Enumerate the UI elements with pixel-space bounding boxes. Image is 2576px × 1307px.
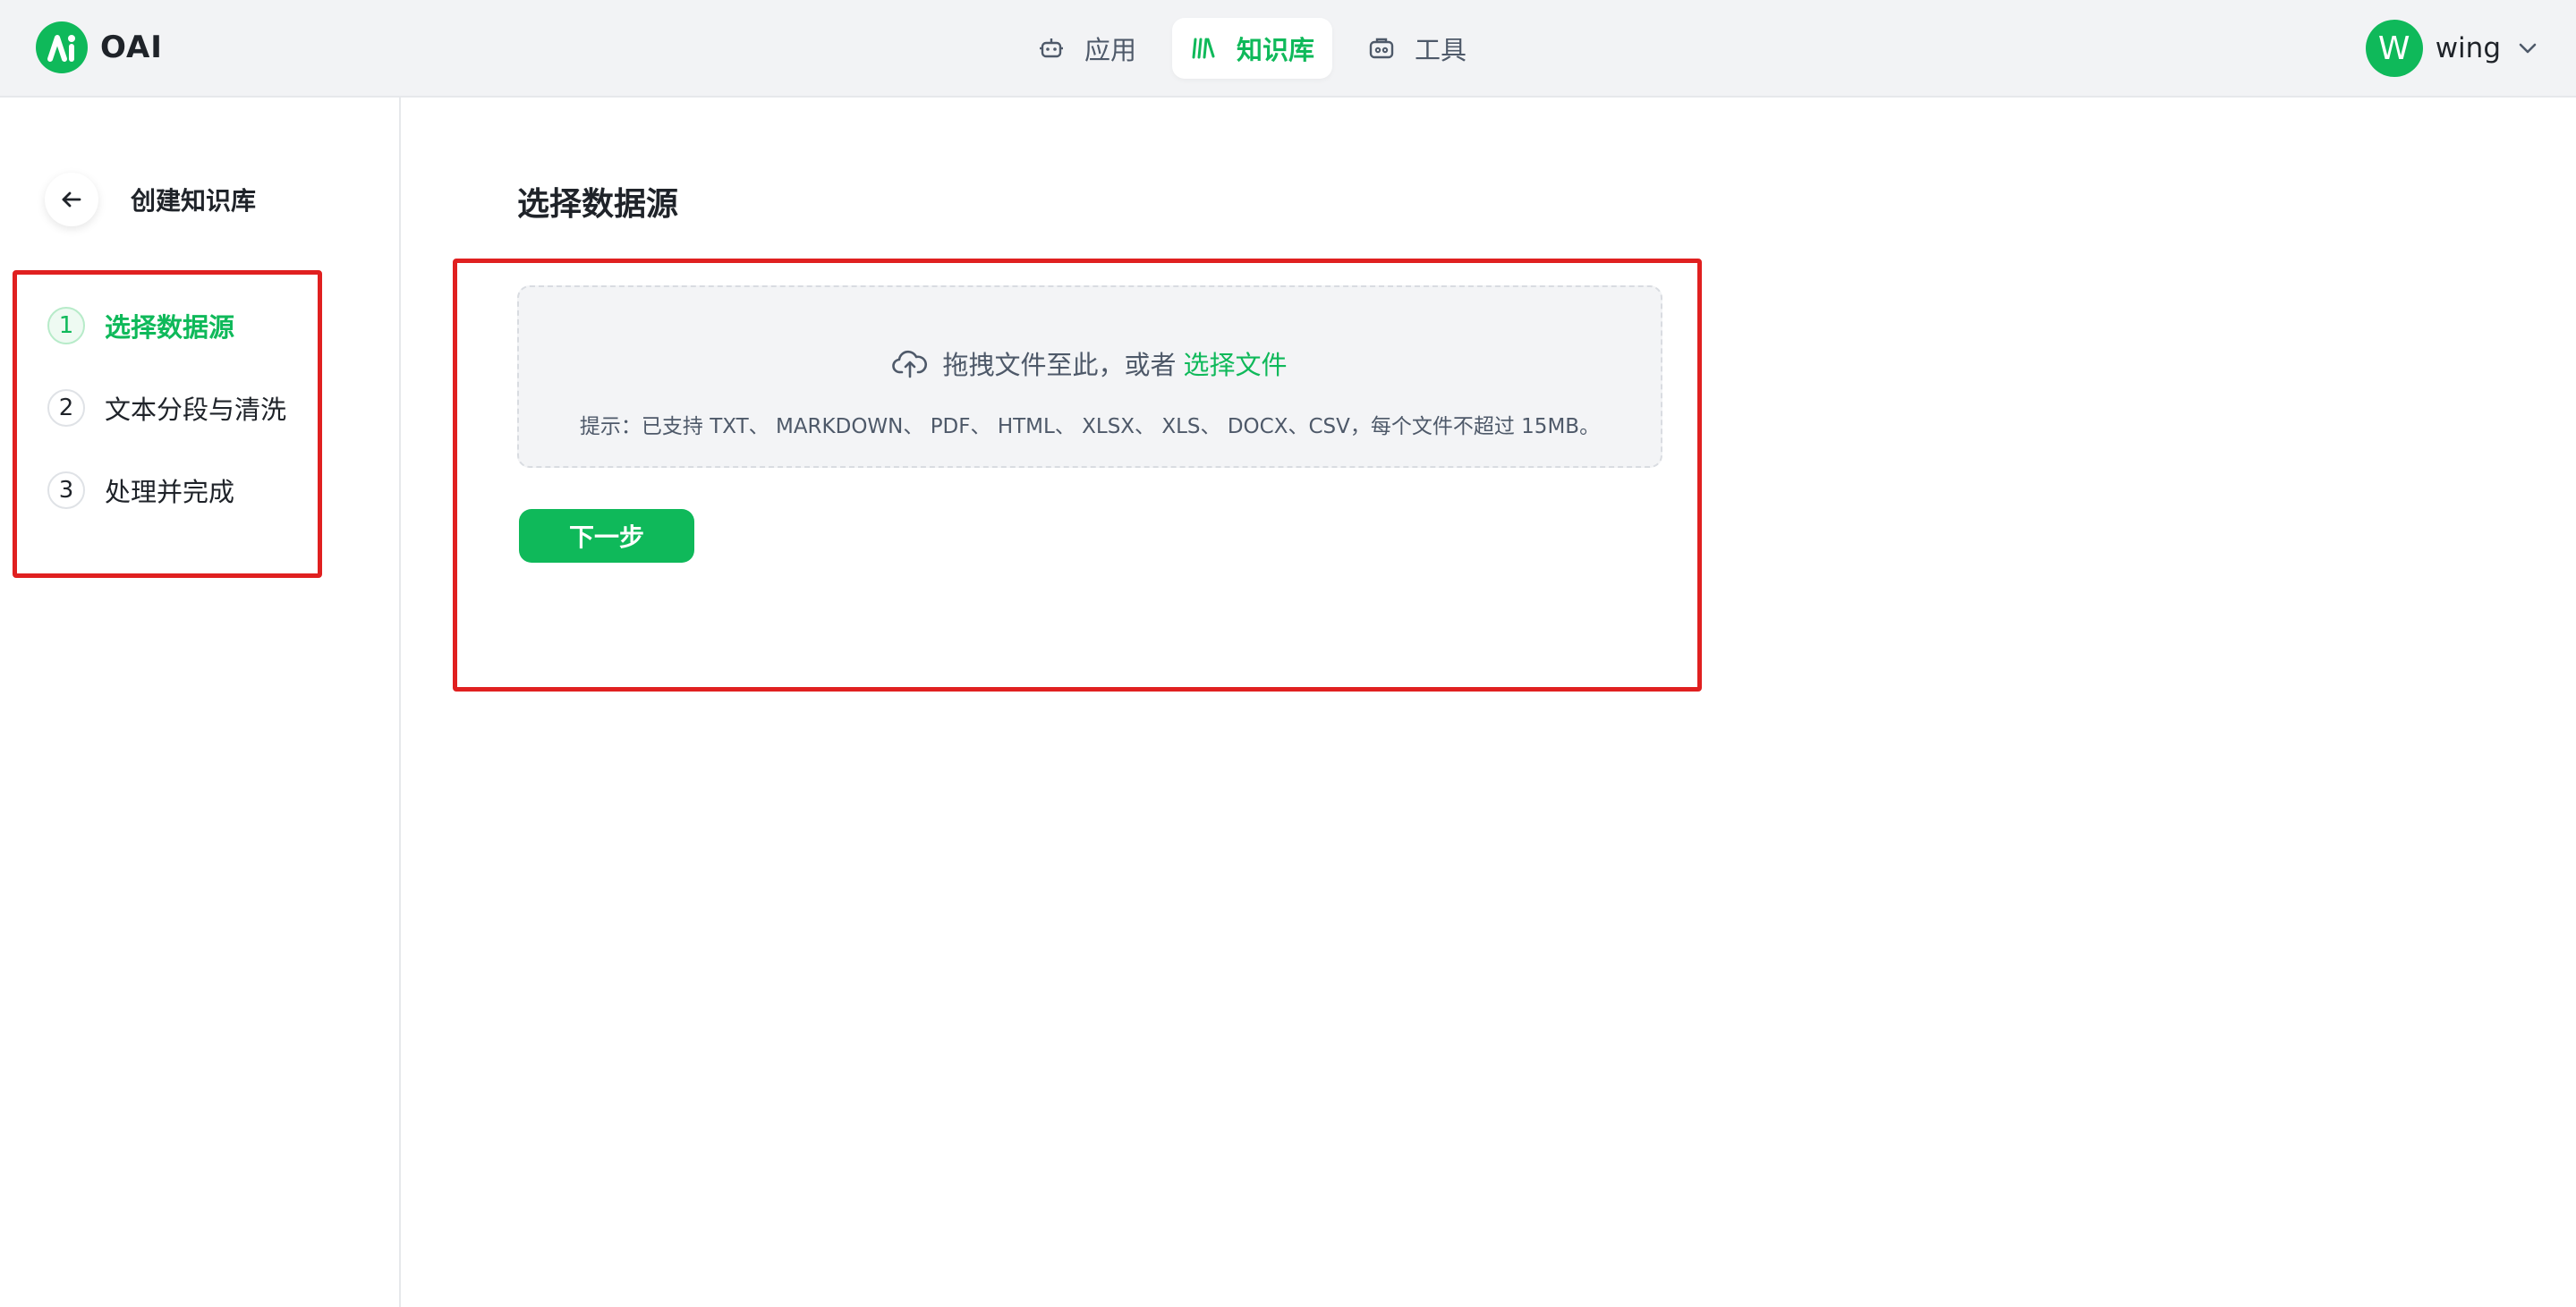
step-segment-clean[interactable]: 2 文本分段与清洗 [47,389,286,427]
step-process-finish[interactable]: 3 处理并完成 [47,471,234,509]
next-step-button[interactable]: 下一步 [519,509,694,563]
arrow-left-icon [59,187,84,212]
file-dropzone[interactable]: 拖拽文件至此，或者 选择文件 提示：已支持 TXT、 MARKDOWN、 PDF… [517,285,1662,468]
nav-item-label: 应用 [1084,35,1137,65]
section-title: 选择数据源 [517,186,679,223]
select-file-link[interactable]: 选择文件 [1184,344,1288,382]
step-label: 处理并完成 [105,477,235,507]
step-label: 选择数据源 [105,312,235,343]
nav-item-label: 工具 [1415,35,1467,65]
toolbox-icon [1368,35,1395,62]
avatar: W [2365,20,2423,77]
step-number: 1 [47,307,85,344]
chevron-down-icon [2517,38,2538,59]
step-label: 文本分段与清洗 [105,395,287,425]
library-icon [1190,35,1217,62]
steps-highlight-box: 1 选择数据源 2 文本分段与清洗 3 处理并完成 [13,270,322,578]
step-number: 2 [47,389,85,427]
back-button[interactable] [45,173,98,226]
drag-text: 拖拽文件至此，或者 [942,350,1177,380]
user-menu[interactable]: W wing [2365,20,2538,77]
sidebar: 创建知识库 1 选择数据源 2 文本分段与清洗 3 处理并完成 [0,98,401,1307]
nav-item-label: 知识库 [1237,35,1315,65]
page-title-create-kb: 创建知识库 [131,186,257,216]
nav-item-knowledge-base[interactable]: 知识库 [1172,18,1333,79]
top-bar: OAI 应用 知识库 工具 W wing [0,0,2576,98]
nav-item-tools[interactable]: 工具 [1350,18,1484,79]
brand[interactable]: OAI [36,21,163,73]
nav-item-apps[interactable]: 应用 [1020,18,1154,79]
main-nav: 应用 知识库 工具 [1020,18,1502,79]
step-select-source[interactable]: 1 选择数据源 [47,307,234,344]
ai-logo-icon [36,21,88,73]
cloud-upload-icon [892,348,928,378]
username: wing [2435,32,2501,64]
drop-instruction: 拖拽文件至此，或者 选择文件 [519,344,1661,382]
supported-formats-hint: 提示：已支持 TXT、 MARKDOWN、 PDF、 HTML、 XLSX、 X… [579,415,1601,438]
robot-icon [1038,35,1065,62]
back-row: 创建知识库 [45,173,256,226]
step-number: 3 [47,471,85,509]
main-content: 选择数据源 拖拽文件至此，或者 选择文件 提示：已支持 TXT、 MARKDOW… [403,98,2576,1307]
brand-name: OAI [100,30,163,65]
